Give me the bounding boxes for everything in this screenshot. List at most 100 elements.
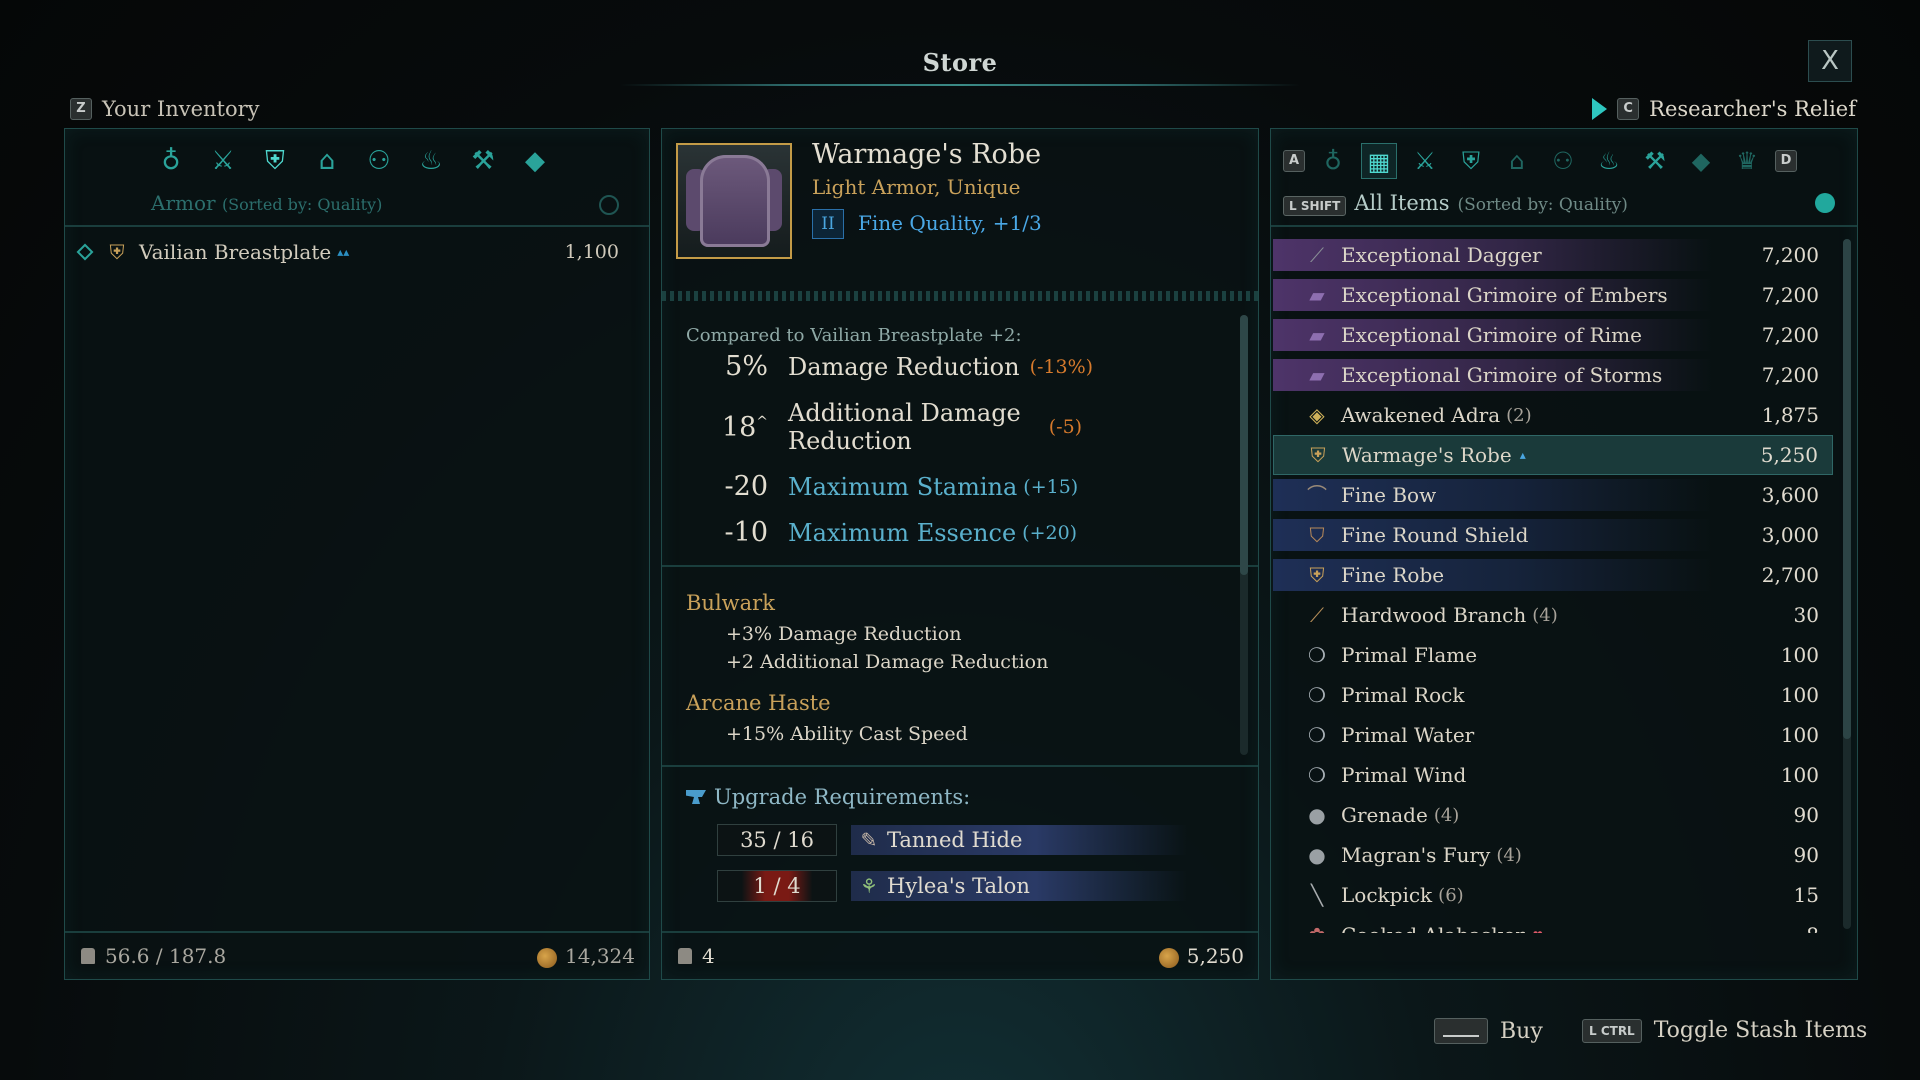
rarity-highlight (1273, 479, 1713, 511)
detail-footer: 4 5,250 (662, 931, 1258, 979)
store-row[interactable]: ❍ Primal Water 100 (1273, 715, 1833, 755)
store-item-value: 2,700 (1761, 563, 1819, 587)
potion-icon[interactable]: ♨ (1591, 143, 1627, 179)
requirement-row: 35 / 16 ✎ Tanned Hide (717, 823, 1187, 857)
store-item-count: (4) (1433, 804, 1460, 826)
next-tab-keycap[interactable]: D (1775, 150, 1797, 172)
store-item-list: ⟋ Exceptional Dagger 7,200 ▰ Exceptional Gri… (1273, 235, 1833, 933)
store-row[interactable]: ◈ Awakened Adra (2) 1,875 (1273, 395, 1833, 435)
rings-icon[interactable]: ⚇ (1545, 143, 1581, 179)
detail-scrollbar-thumb[interactable] (1240, 315, 1248, 575)
all-items-icon[interactable]: ▦ (1361, 143, 1397, 179)
sort-keycap: L SHIFT (1283, 196, 1347, 216)
store-item-name: Fine Robe (1341, 563, 1445, 587)
buy-label: Buy (1500, 1018, 1543, 1044)
store-row[interactable]: ⟋ Exceptional Dagger 7,200 (1273, 235, 1833, 275)
store-row[interactable]: ❍ Primal Flame 100 (1273, 635, 1833, 675)
lctrl-keycap: L CTRL (1582, 1018, 1642, 1043)
store-row[interactable]: ● Magran's Fury (4) 90 (1273, 835, 1833, 875)
upgrade-requirements-title: Upgrade Requirements: (686, 785, 970, 809)
quality-text: Fine Quality, +1/3 (858, 211, 1042, 235)
store-row[interactable]: ╲ Lockpick (6) 15 (1273, 875, 1833, 915)
store-item-name: Primal Flame (1341, 643, 1478, 667)
store-item-name: Magran's Fury (1341, 843, 1491, 867)
close-button[interactable]: X (1808, 40, 1852, 82)
quality-pip-icon: ▴ (1519, 448, 1526, 462)
store-item-count: (2) (1506, 404, 1532, 426)
store-row[interactable]: ⛨ Warmage's Robe ▴ 5,250 (1273, 435, 1833, 475)
store-row[interactable]: ▰ Exceptional Grimoire of Storms 7,200 (1273, 355, 1833, 395)
inventory-category-tabs: ♁ ⚔ ⛨ ⌂ ⚇ ♨ ⚒ ◆ (155, 145, 551, 177)
store-row[interactable]: ⌒ Fine Bow 3,600 (1273, 475, 1833, 515)
inventory-sort-label[interactable]: Armor (Sorted by: Quality) (151, 191, 382, 215)
toggle-stash-hint[interactable]: L CTRL Toggle Stash Items (1582, 1018, 1867, 1043)
store-category-tabs: A ♁ ▦ ⚔ ⛨ ⌂ ⚇ ♨ ⚒ ◆ ♛ D (1283, 143, 1797, 179)
title-divider (620, 84, 1300, 86)
stat-row: 18^ Additional Damage Reduction (-5) (682, 399, 1182, 455)
store-sort-label[interactable]: L SHIFT All Items (Sorted by: Quality) (1283, 191, 1628, 216)
inventory-weight: 56.6 / 187.8 (105, 944, 227, 968)
store-row[interactable]: ● Grenade (4) 90 (1273, 795, 1833, 835)
store-row[interactable]: ⛨ Fine Robe 2,700 (1273, 555, 1833, 595)
coin-icon (537, 947, 558, 968)
store-row[interactable]: ▰ Exceptional Grimoire of Rime 7,200 (1273, 315, 1833, 355)
store-scrollbar-thumb[interactable] (1843, 239, 1851, 739)
grimoire-icon: ▰ (1309, 363, 1325, 387)
store-row[interactable]: ✿ Cooked Alabasker ❤ 8 (1273, 915, 1833, 933)
potion-icon[interactable]: ♨ (415, 145, 447, 177)
inventory-row[interactable]: ⛨ Vailian Breastplate ▴▴ 1,100 (69, 235, 641, 269)
inventory-category-label: Armor (151, 191, 216, 215)
store-row[interactable]: ⛉ Fine Round Shield 3,000 (1273, 515, 1833, 555)
store-row[interactable]: ▰ Exceptional Grimoire of Embers 7,200 (1273, 275, 1833, 315)
robe-icon: ⛨ (1310, 443, 1326, 467)
rarity-highlight (1273, 879, 1713, 911)
anvil-icon[interactable]: ⚒ (1637, 143, 1673, 179)
stat-delta: (-13%) (1029, 355, 1094, 378)
caret-up-icon: ^ (756, 413, 768, 430)
crown-icon[interactable]: ♛ (1729, 143, 1765, 179)
stat-label: Maximum Stamina (788, 472, 1018, 501)
store-item-value: 15 (1793, 883, 1819, 907)
inventory-header[interactable]: Z Your Inventory (70, 96, 260, 122)
store-item-value: 7,200 (1761, 243, 1819, 267)
boots-icon[interactable]: ⌂ (1499, 143, 1535, 179)
store-row[interactable]: ❍ Primal Wind 100 (1273, 755, 1833, 795)
gem-icon[interactable]: ◆ (1683, 143, 1719, 179)
store-item-value: 90 (1793, 803, 1819, 827)
boots-icon[interactable]: ⌂ (311, 145, 343, 177)
anvil-icon[interactable]: ⚒ (467, 145, 499, 177)
lockpick-icon: ╲ (1310, 883, 1324, 907)
crossed-swords-icon[interactable]: ⚔ (207, 145, 239, 177)
armor-icon[interactable]: ⛨ (259, 145, 291, 177)
item-price: 5,250 (1186, 944, 1244, 968)
anvil-icon (686, 790, 706, 804)
requirement-row: 1 / 4 ⚘ Hylea's Talon (717, 869, 1187, 903)
ability-name: Arcane Haste (686, 691, 831, 715)
pouch-icon[interactable]: ♁ (155, 145, 187, 177)
comparison-label: Compared to Vailian Breastplate +2: (686, 325, 1022, 346)
merchant-header[interactable]: C Researcher's Relief (1592, 96, 1856, 122)
pouch-icon[interactable]: ♁ (1315, 143, 1351, 179)
inventory-item-value: 1,100 (564, 241, 619, 263)
stat-value: 18^ (682, 412, 788, 443)
rings-icon[interactable]: ⚇ (363, 145, 395, 177)
armor-icon[interactable]: ⛨ (1453, 143, 1489, 179)
filter-icon[interactable] (1815, 193, 1835, 213)
price-display: 5,250 (1158, 944, 1244, 968)
store-item-name: Fine Bow (1341, 483, 1437, 507)
buy-hint[interactable]: Buy (1434, 1018, 1543, 1044)
rarity-highlight (1273, 839, 1713, 871)
store-item-name: Hardwood Branch (1341, 603, 1527, 627)
filter-icon[interactable] (599, 195, 619, 215)
heart-icon: ❤ (1533, 928, 1543, 933)
gem-icon[interactable]: ◆ (519, 145, 551, 177)
essence-icon: ❍ (1308, 643, 1326, 667)
store-row[interactable]: ⟋ Hardwood Branch (4) 30 (1273, 595, 1833, 635)
store-row[interactable]: ❍ Primal Rock 100 (1273, 675, 1833, 715)
crossed-swords-icon[interactable]: ⚔ (1407, 143, 1443, 179)
stat-row: 5% Damage Reduction (-13%) (682, 351, 1182, 382)
stat-value-text: 18 (721, 411, 757, 443)
prev-tab-keycap[interactable]: A (1283, 150, 1305, 172)
play-arrow-icon (1592, 98, 1608, 120)
store-panel: A ♁ ▦ ⚔ ⛨ ⌂ ⚇ ♨ ⚒ ◆ ♛ D L SHIFT All Item… (1270, 128, 1858, 980)
